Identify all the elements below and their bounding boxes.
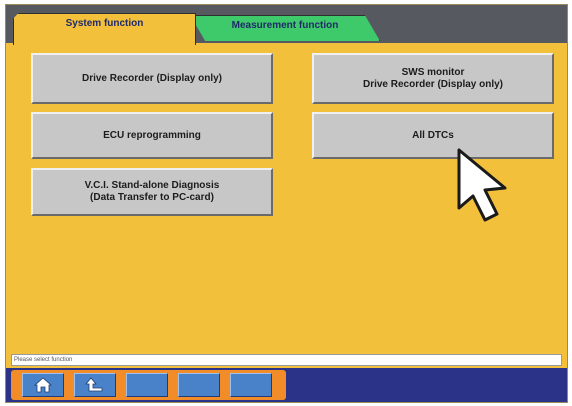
pointer-cursor-icon bbox=[457, 148, 507, 222]
toolbar-button-blank-3[interactable] bbox=[230, 373, 272, 397]
tab-measurement-function[interactable]: Measurement function bbox=[190, 15, 380, 41]
drive-recorder-label: Drive Recorder (Display only) bbox=[81, 72, 223, 84]
sws-monitor-label: SWS monitor Drive Recorder (Display only… bbox=[362, 66, 504, 90]
ecu-reprogramming-button[interactable]: ECU reprogramming bbox=[31, 112, 273, 159]
all-dtcs-button[interactable]: All DTCs bbox=[312, 112, 554, 159]
ecu-reprogramming-label: ECU reprogramming bbox=[103, 129, 201, 141]
tab-strip: Measurement function System function bbox=[6, 5, 567, 45]
home-icon bbox=[33, 377, 53, 393]
status-bar: Please select function bbox=[11, 354, 562, 366]
drive-recorder-button[interactable]: Drive Recorder (Display only) bbox=[31, 53, 273, 104]
all-dtcs-label: All DTCs bbox=[412, 129, 454, 141]
vci-standalone-button[interactable]: V.C.I. Stand-alone Diagnosis (Data Trans… bbox=[31, 168, 273, 216]
status-text: Please select function bbox=[14, 357, 73, 363]
tab-measurement-label: Measurement function bbox=[231, 20, 339, 31]
tab-system-label: System function bbox=[65, 18, 144, 29]
vci-standalone-label: V.C.I. Stand-alone Diagnosis (Data Trans… bbox=[84, 180, 220, 203]
back-icon bbox=[85, 377, 103, 392]
tab-system-function[interactable]: System function bbox=[13, 13, 196, 45]
toolbar-button-blank-1[interactable] bbox=[126, 373, 168, 397]
toolbar-button-blank-2[interactable] bbox=[178, 373, 220, 397]
home-button[interactable] bbox=[22, 373, 64, 397]
toolbar bbox=[11, 370, 286, 400]
bottom-bar bbox=[6, 368, 567, 402]
sws-monitor-button[interactable]: SWS monitor Drive Recorder (Display only… bbox=[312, 53, 554, 104]
back-button[interactable] bbox=[74, 373, 116, 397]
